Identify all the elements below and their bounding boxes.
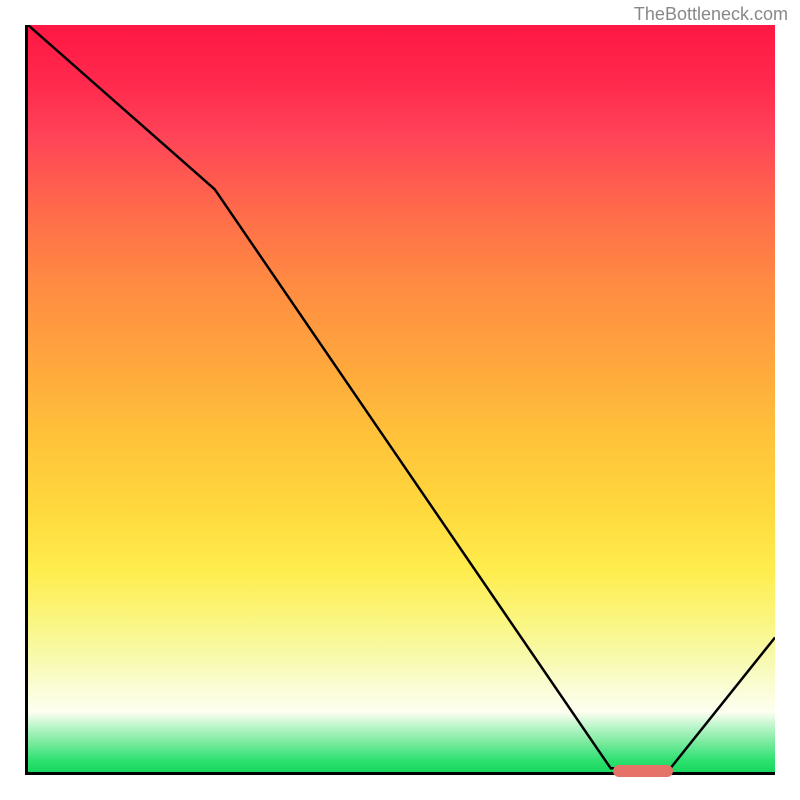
optimal-range-marker: [613, 765, 673, 777]
chart-area: [25, 25, 775, 775]
chart-line: [28, 25, 775, 772]
watermark-text: TheBottleneck.com: [634, 4, 788, 25]
